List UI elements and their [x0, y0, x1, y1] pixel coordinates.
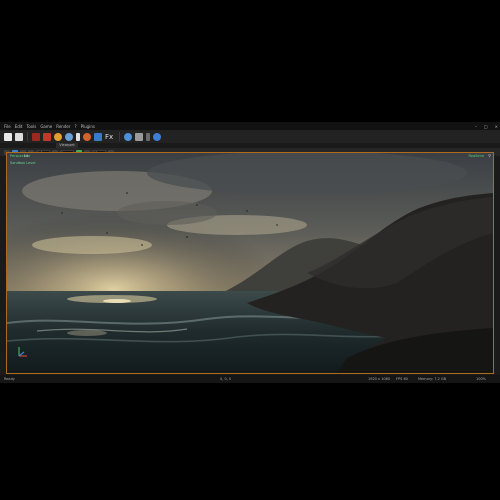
- editor-window: File Edit Tools Game Render ? Plugins – …: [0, 122, 500, 383]
- box-icon[interactable]: [135, 132, 143, 141]
- mesh-icon[interactable]: [43, 132, 51, 141]
- menu-help[interactable]: ?: [74, 124, 76, 129]
- status-ready: Ready: [4, 377, 15, 381]
- menu-file[interactable]: File: [4, 124, 11, 129]
- bottle-icon[interactable]: [76, 132, 80, 141]
- status-field-3: Memory: 7.2 GB: [418, 377, 447, 381]
- menu-plugins[interactable]: Plugins: [81, 124, 95, 129]
- close-button[interactable]: ×: [495, 124, 498, 129]
- status-bar: Ready 0, 0, 0 1920 x 1080 FPS 60 Memory:…: [0, 375, 500, 383]
- axis-gizmo-icon: [18, 347, 27, 357]
- viewport-realtime-label: Realtime: [468, 154, 484, 158]
- menu-tools[interactable]: Tools: [26, 124, 36, 129]
- menu-bar: File Edit Tools Game Render ? Plugins – …: [0, 122, 500, 130]
- cloud-icon[interactable]: [65, 132, 73, 141]
- new-file-icon[interactable]: [4, 132, 12, 141]
- status-field-4: 100%: [476, 377, 487, 381]
- grid-icon[interactable]: [146, 132, 150, 141]
- sphere-icon[interactable]: [83, 132, 91, 141]
- menu-render[interactable]: Render: [56, 124, 70, 129]
- undo-icon[interactable]: [124, 132, 132, 141]
- flag-icon[interactable]: [94, 132, 102, 141]
- status-field-1: 1920 x 1080: [368, 377, 391, 381]
- globe-icon[interactable]: [153, 132, 161, 141]
- ocean-scene: [7, 153, 493, 373]
- window-controls: – □ ×: [471, 122, 498, 130]
- viewport-lit-label[interactable]: Lit: [24, 154, 28, 158]
- main-toolbar: Fx: [0, 130, 500, 143]
- maximize-button[interactable]: □: [484, 124, 488, 129]
- save-icon[interactable]: [15, 132, 23, 141]
- status-coords: 0, 0, 0: [220, 377, 232, 381]
- viewport-options-icon[interactable]: ⚲: [488, 153, 491, 158]
- toolbar-divider: [119, 132, 120, 141]
- toolbar-divider: [27, 132, 28, 141]
- fx-icon[interactable]: Fx: [105, 133, 115, 141]
- menu-edit[interactable]: Edit: [15, 124, 23, 129]
- minimize-button[interactable]: –: [475, 124, 477, 129]
- viewport-sub-label: Sandbox Level: [10, 161, 36, 165]
- status-field-2: FPS 60: [396, 377, 408, 381]
- scene-viewport[interactable]: Perspective Lit Sandbox Level Realtime ⚲: [6, 152, 494, 374]
- hammer-icon[interactable]: [32, 132, 40, 141]
- menu-game[interactable]: Game: [40, 124, 52, 129]
- material-icon[interactable]: [54, 132, 62, 141]
